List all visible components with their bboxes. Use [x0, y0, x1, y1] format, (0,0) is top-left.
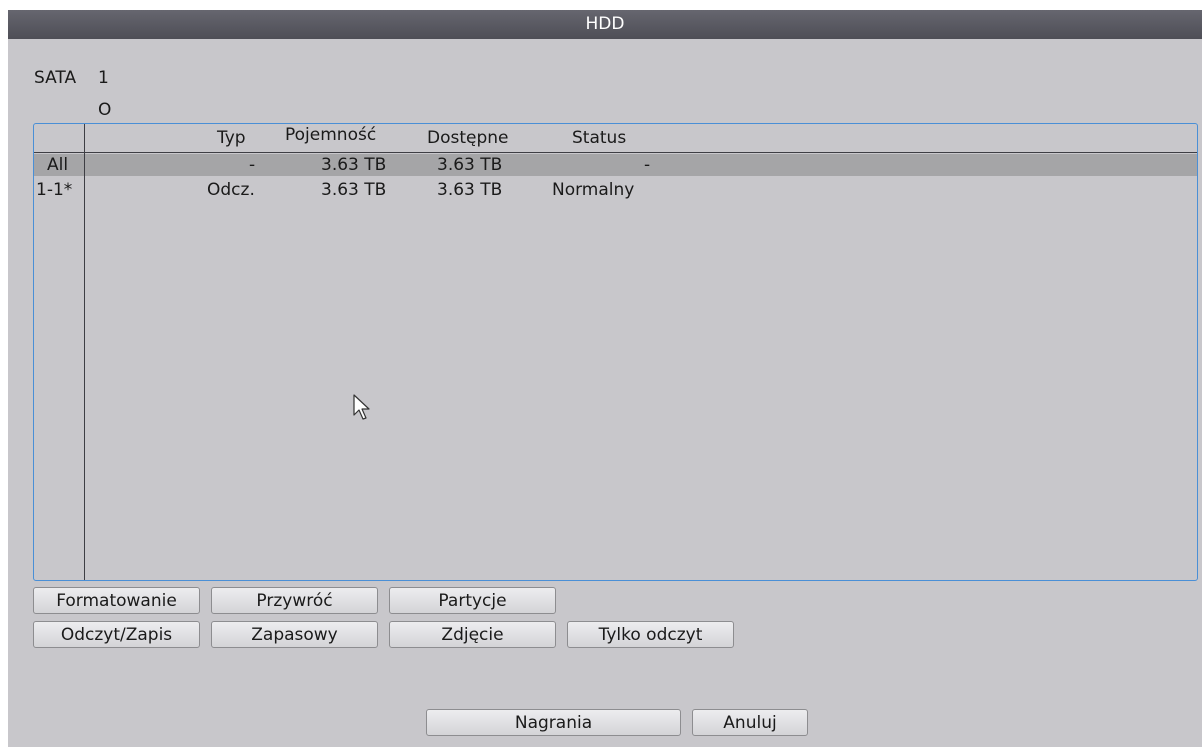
table-cell-pojemnosc: 3.63 TB [321, 155, 387, 175]
sata-status-indicator[interactable]: O [98, 100, 111, 120]
format-button[interactable]: Formatowanie [33, 587, 200, 614]
table-cell-dostepne: 3.63 TB [437, 180, 503, 200]
table-row-id[interactable]: All [47, 155, 68, 175]
table-cell-dostepne: 3.63 TB [437, 155, 503, 175]
read-only-button[interactable]: Tylko odczyt [567, 621, 734, 648]
table-cell-status: Normalny [552, 180, 635, 200]
table-cell-typ: Odcz. [207, 180, 255, 200]
table-row-id[interactable]: 1-1* [36, 180, 72, 200]
mouse-cursor-icon [353, 394, 370, 420]
column-header-pojemnosc: Pojemność [285, 125, 377, 145]
table-header-divider [34, 152, 1197, 153]
table-divider [84, 124, 85, 580]
table-cell-status: - [644, 155, 651, 175]
partitions-button[interactable]: Partycje [389, 587, 556, 614]
column-header-status: Status [572, 128, 627, 148]
sata-label: SATA [34, 68, 77, 88]
table-cell-typ: - [249, 155, 256, 175]
cancel-button[interactable]: Anuluj [692, 709, 808, 736]
column-header-dostepne: Dostępne [427, 128, 509, 148]
sata-number: 1 [98, 68, 109, 88]
sata-info: SATA 1 [34, 68, 109, 88]
restore-button[interactable]: Przywróć [211, 587, 378, 614]
table-row-selected-bg[interactable] [34, 154, 1197, 176]
hdd-window: HDD SATA 1 O Typ Pojemność Dostępne Stat… [8, 10, 1202, 747]
read-write-button[interactable]: Odczyt/Zapis [33, 621, 200, 648]
hdd-table: Typ Pojemność Dostępne Status All - 3.63… [33, 123, 1198, 581]
window-title: HDD [8, 10, 1202, 39]
table-cell-pojemnosc: 3.63 TB [321, 180, 387, 200]
snapshot-button[interactable]: Zdjęcie [389, 621, 556, 648]
recordings-button[interactable]: Nagrania [426, 709, 681, 736]
column-header-typ: Typ [217, 128, 246, 148]
backup-button[interactable]: Zapasowy [211, 621, 378, 648]
